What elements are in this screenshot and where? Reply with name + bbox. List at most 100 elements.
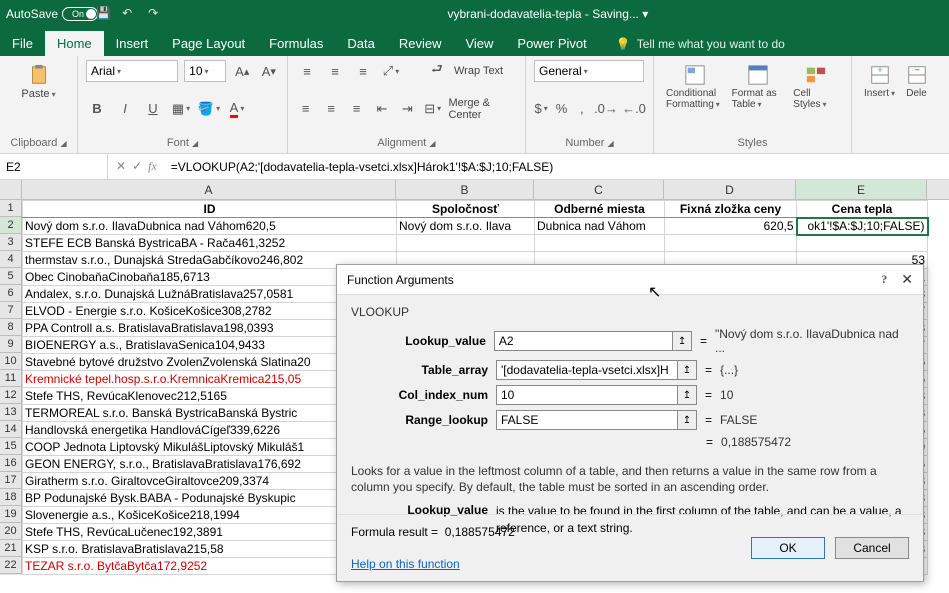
dialog-help-icon[interactable]: ? <box>881 272 887 287</box>
fill-color-icon[interactable]: 🪣 <box>198 98 220 120</box>
ref-button-lookup-value[interactable]: ↥ <box>672 331 692 351</box>
dialog-close-icon[interactable]: ✕ <box>901 271 913 288</box>
ref-button-table-array[interactable]: ↥ <box>677 360 697 380</box>
percent-format-icon[interactable]: % <box>554 98 568 120</box>
row-header[interactable]: 15 <box>0 438 22 455</box>
header-cell[interactable]: Fixná zložka ceny <box>665 201 797 218</box>
ref-button-range-lookup[interactable]: ↥ <box>677 410 697 430</box>
tab-data[interactable]: Data <box>335 31 386 56</box>
row-header[interactable]: 9 <box>0 336 22 353</box>
orientation-icon[interactable]: ⤢ <box>380 60 402 82</box>
select-all-triangle[interactable] <box>0 180 22 199</box>
ok-button[interactable]: OK <box>751 537 825 559</box>
help-link[interactable]: Help on this function <box>351 557 515 571</box>
name-box[interactable]: E2 <box>0 154 108 179</box>
wrap-text-button[interactable]: ⮐ <box>426 60 448 82</box>
cell[interactable]: Nový dom s.r.o. IlavaDubnica nad Váhom62… <box>23 218 397 235</box>
header-cell[interactable]: ID <box>23 201 397 218</box>
align-right-icon[interactable]: ≡ <box>347 98 366 120</box>
save-icon[interactable]: 💾 <box>96 6 112 22</box>
header-cell[interactable]: Cena tepla <box>797 201 928 218</box>
col-header-B[interactable]: B <box>396 180 534 199</box>
ref-button-col-index[interactable]: ↥ <box>677 385 697 405</box>
input-lookup-value[interactable]: A2 <box>494 331 673 351</box>
row-header[interactable]: 20 <box>0 523 22 540</box>
col-header-A[interactable]: A <box>22 180 396 199</box>
tab-power-pivot[interactable]: Power Pivot <box>505 31 598 56</box>
cell[interactable]: ok1'!$A:$J;10;FALSE) <box>797 218 928 235</box>
row-header[interactable]: 14 <box>0 421 22 438</box>
row-header[interactable]: 13 <box>0 404 22 421</box>
row-header[interactable]: 10 <box>0 353 22 370</box>
row-header[interactable]: 18 <box>0 489 22 506</box>
tab-page-layout[interactable]: Page Layout <box>160 31 257 56</box>
enter-formula-icon[interactable]: ✓ <box>132 159 142 174</box>
row-header[interactable]: 16 <box>0 455 22 472</box>
align-center-icon[interactable]: ≡ <box>321 98 340 120</box>
cell[interactable] <box>397 235 535 252</box>
cell-styles-button[interactable]: Cell Styles <box>789 60 843 114</box>
align-top-icon[interactable]: ≡ <box>296 60 318 82</box>
italic-icon[interactable]: I <box>114 98 136 120</box>
decrease-indent-icon[interactable]: ⇤ <box>372 98 391 120</box>
input-table-array[interactable]: '[dodavatelia-tepla-vsetci.xlsx]H <box>496 360 678 380</box>
font-size[interactable]: 10 <box>184 60 226 82</box>
row-header[interactable]: 12 <box>0 387 22 404</box>
align-middle-icon[interactable]: ≡ <box>324 60 346 82</box>
cell[interactable]: Nový dom s.r.o. Ilava <box>397 218 535 235</box>
cell[interactable]: 620,5 <box>665 218 797 235</box>
col-header-E[interactable]: E <box>796 180 927 199</box>
col-header-C[interactable]: C <box>534 180 664 199</box>
number-format[interactable]: General <box>534 60 644 82</box>
decrease-font-icon[interactable]: A▾ <box>258 60 279 82</box>
row-header[interactable]: 22 <box>0 557 22 574</box>
insert-cells-button[interactable]: +Insert <box>860 60 899 103</box>
row-header[interactable]: 17 <box>0 472 22 489</box>
undo-icon[interactable]: ↶ <box>122 6 138 22</box>
tell-me[interactable]: 💡Tell me what you want to do <box>611 32 790 56</box>
tab-insert[interactable]: Insert <box>104 31 161 56</box>
row-header[interactable]: 21 <box>0 540 22 557</box>
tab-file[interactable]: File <box>0 31 45 56</box>
row-header[interactable]: 2 <box>0 217 22 234</box>
font-color-icon[interactable]: A <box>226 98 248 120</box>
increase-indent-icon[interactable]: ⇥ <box>398 98 417 120</box>
row-header[interactable]: 1 <box>0 200 22 217</box>
col-header-D[interactable]: D <box>664 180 796 199</box>
align-bottom-icon[interactable]: ≡ <box>352 60 374 82</box>
comma-format-icon[interactable]: , <box>575 98 589 120</box>
accounting-format-icon[interactable]: $ <box>534 98 548 120</box>
input-range-lookup[interactable]: FALSE <box>496 410 678 430</box>
row-header[interactable]: 8 <box>0 319 22 336</box>
bold-icon[interactable]: B <box>86 98 108 120</box>
row-header[interactable]: 11 <box>0 370 22 387</box>
tab-view[interactable]: View <box>453 31 505 56</box>
row-header[interactable]: 6 <box>0 285 22 302</box>
cell[interactable]: Dubnica nad Váhom <box>535 218 665 235</box>
header-cell[interactable]: Spoločnosť <box>397 201 535 218</box>
tab-formulas[interactable]: Formulas <box>257 31 335 56</box>
redo-icon[interactable]: ↷ <box>148 6 164 22</box>
cancel-button[interactable]: Cancel <box>835 537 909 559</box>
autosave-toggle[interactable] <box>62 7 98 21</box>
underline-icon[interactable]: U <box>142 98 164 120</box>
tab-review[interactable]: Review <box>387 31 454 56</box>
delete-cells-button[interactable]: −Dele <box>899 60 934 103</box>
increase-decimal-icon[interactable]: .0→ <box>595 98 617 120</box>
row-header[interactable]: 19 <box>0 506 22 523</box>
cell[interactable] <box>665 235 797 252</box>
header-cell[interactable]: Odberné miesta <box>535 201 665 218</box>
cell[interactable] <box>797 235 928 252</box>
row-header[interactable]: 4 <box>0 251 22 268</box>
merge-center-button[interactable]: ⊟ <box>423 98 442 120</box>
borders-icon[interactable]: ▦ <box>170 98 192 120</box>
paste-button[interactable]: Paste <box>8 60 69 104</box>
insert-function-icon[interactable]: fx <box>148 159 157 174</box>
cancel-formula-icon[interactable]: ✕ <box>116 159 126 174</box>
increase-font-icon[interactable]: A▴ <box>232 60 253 82</box>
align-left-icon[interactable]: ≡ <box>296 98 315 120</box>
cell[interactable] <box>535 235 665 252</box>
row-header[interactable]: 3 <box>0 234 22 251</box>
row-header[interactable]: 5 <box>0 268 22 285</box>
decrease-decimal-icon[interactable]: ←.0 <box>623 98 645 120</box>
